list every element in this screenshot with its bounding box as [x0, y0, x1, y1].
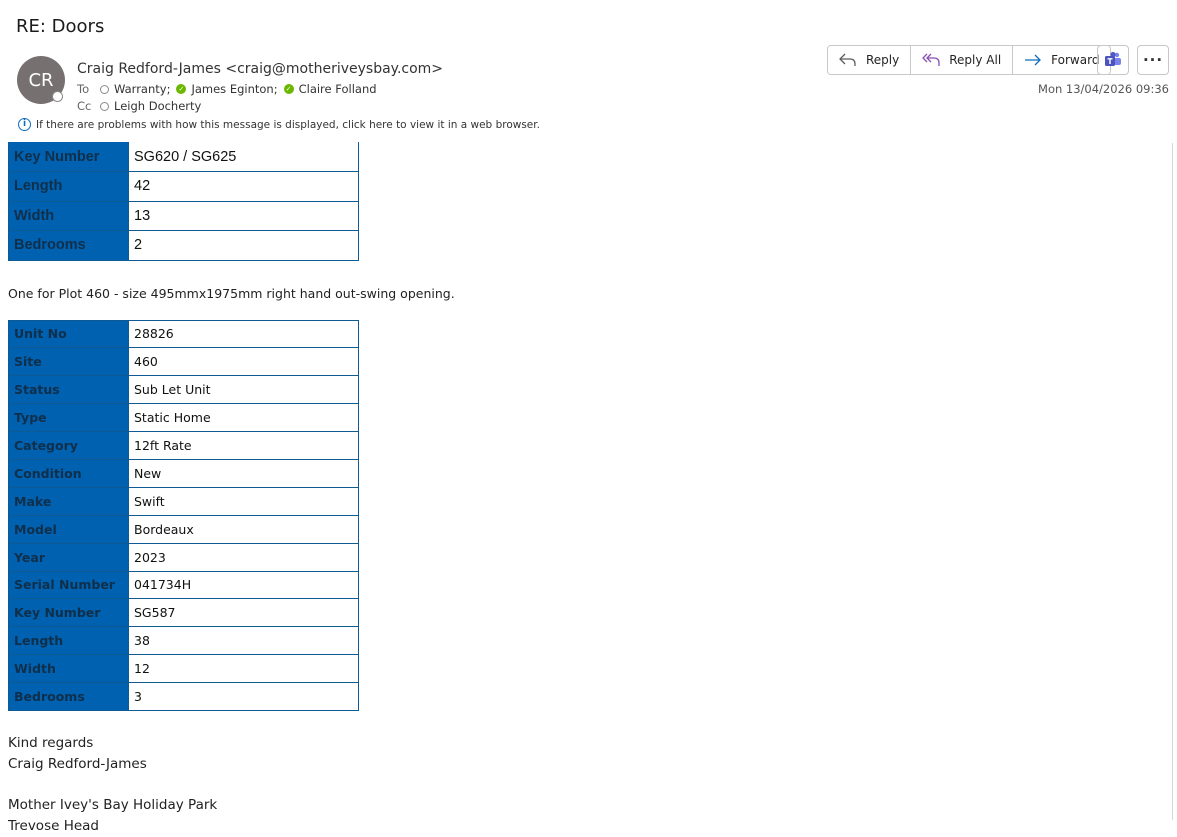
unit-details-table: Unit No 28826 Site 460 Status Sub Let Unit …: [8, 319, 359, 711]
table-value: 42: [128, 171, 359, 202]
forward-label: Forward: [1051, 53, 1100, 67]
forward-button[interactable]: Forward: [1013, 46, 1111, 74]
email-signature: Kind regards Craig Redford-James Mother …: [8, 733, 1168, 837]
table-value: 28826: [128, 319, 359, 349]
table-key: Condition: [8, 458, 129, 488]
info-bar[interactable]: i If there are problems with how this me…: [18, 118, 540, 131]
signature-closing: Kind regards: [8, 734, 94, 751]
signature-company: Mother Ivey's Bay Holiday Park: [8, 796, 218, 813]
teams-button[interactable]: [1097, 45, 1129, 75]
table-value: 460: [128, 347, 359, 377]
table-row: Key Number SG620 / SG625: [8, 142, 359, 172]
info-bar-text[interactable]: If there are problems with how this mess…: [36, 119, 540, 131]
table-value: 3: [128, 682, 359, 711]
table-row: Condition New: [8, 458, 359, 488]
table-key: Year: [8, 542, 129, 572]
table-key: Serial Number: [8, 570, 129, 600]
table-row: Model Bordeaux: [8, 514, 359, 544]
table-row: Category 12ft Rate: [8, 431, 359, 460]
email-subject: RE: Doors: [16, 16, 105, 37]
table-value: Swift: [128, 486, 359, 516]
table-key: Key Number: [8, 142, 129, 172]
table-value: 12ft Rate: [128, 431, 359, 460]
table-key: Bedrooms: [8, 682, 129, 711]
reply-all-button[interactable]: Reply All: [911, 46, 1014, 74]
message-actions: Reply Reply All Forward: [827, 45, 1112, 75]
table-row: Status Sub Let Unit: [8, 375, 359, 405]
table-row: Bedrooms 3: [8, 682, 359, 711]
table-key: Length: [8, 171, 129, 202]
presence-unknown-icon: [100, 84, 109, 94]
table-key: Model: [8, 514, 129, 544]
to-label: To: [77, 82, 90, 96]
presence-available-icon: ✓: [176, 84, 187, 94]
reply-label: Reply: [866, 53, 900, 67]
cc-recipients: Cc Leigh Docherty: [77, 99, 201, 113]
signature-address-line: Trevose Head: [8, 817, 99, 834]
reading-pane-divider: [1172, 143, 1173, 820]
recipient-leigh-docherty[interactable]: Leigh Docherty: [114, 99, 201, 113]
teams-icon: [1105, 51, 1121, 66]
table-key: Width: [8, 654, 129, 684]
table-row: Key Number SG587: [8, 598, 359, 628]
presence-status-icon: [52, 91, 63, 102]
table-row: Type Static Home: [8, 403, 359, 433]
table-key: Length: [8, 626, 129, 656]
table-value: 2023: [128, 542, 359, 572]
table-value: Static Home: [128, 403, 359, 433]
table-value: SG587: [128, 598, 359, 628]
reply-all-label: Reply All: [949, 53, 1002, 67]
unit-details-table-top: Key Number SG620 / SG625 Length 42 Width…: [8, 142, 359, 261]
plot-note: One for Plot 460 - size 495mmx1975mm rig…: [8, 285, 455, 301]
presence-available-icon: ✓: [283, 84, 294, 94]
table-key: Category: [8, 431, 129, 460]
table-value: New: [128, 458, 359, 488]
info-icon: i: [18, 118, 31, 131]
table-key: Site: [8, 347, 129, 377]
message-date: Mon 13/04/2026 09:36: [1038, 82, 1169, 96]
table-row: Unit No 28826: [8, 319, 359, 349]
recipient-warranty[interactable]: Warranty;: [114, 82, 170, 96]
more-actions-button[interactable]: ···: [1137, 45, 1169, 75]
table-value: 12: [128, 654, 359, 684]
table-value: Sub Let Unit: [128, 375, 359, 405]
table-row: Length 42: [8, 171, 359, 202]
table-row: Bedrooms 2: [8, 230, 359, 261]
table-key: Width: [8, 200, 129, 231]
table-value: 2: [128, 230, 359, 261]
table-value: Bordeaux: [128, 514, 359, 544]
presence-unknown-icon: [100, 101, 109, 111]
table-row: Width 13: [8, 200, 359, 231]
table-row: Serial Number 041734H: [8, 570, 359, 600]
table-value: 13: [128, 200, 359, 231]
reply-all-icon: [922, 53, 940, 66]
table-row: Length 38: [8, 626, 359, 656]
table-key: Make: [8, 486, 129, 516]
table-row: Year 2023: [8, 542, 359, 572]
cc-label: Cc: [77, 99, 92, 113]
table-row: Make Swift: [8, 486, 359, 516]
forward-icon: [1025, 54, 1042, 66]
message-body: Key Number SG620 / SG625 Length 42 Width…: [8, 142, 1168, 837]
to-recipients: To Warranty; ✓ James Eginton; ✓ Claire F…: [77, 82, 377, 96]
table-key: Key Number: [8, 598, 129, 628]
reply-button[interactable]: Reply: [828, 46, 912, 74]
table-row: Width 12: [8, 654, 359, 684]
table-row: Site 460: [8, 347, 359, 377]
sender-name[interactable]: Craig Redford-James <craig@motheriveysba…: [77, 61, 443, 77]
recipient-james-eginton[interactable]: James Eginton;: [191, 82, 277, 96]
reply-icon: [839, 53, 856, 66]
table-key: Bedrooms: [8, 230, 129, 261]
table-value: SG620 / SG625: [128, 142, 359, 172]
recipient-claire-folland[interactable]: Claire Folland: [299, 82, 377, 96]
table-key: Unit No: [8, 319, 129, 349]
table-key: Status: [8, 375, 129, 405]
signature-name: Craig Redford-James: [8, 755, 147, 772]
table-value: 041734H: [128, 570, 359, 600]
table-value: 38: [128, 626, 359, 656]
table-key: Type: [8, 403, 129, 433]
